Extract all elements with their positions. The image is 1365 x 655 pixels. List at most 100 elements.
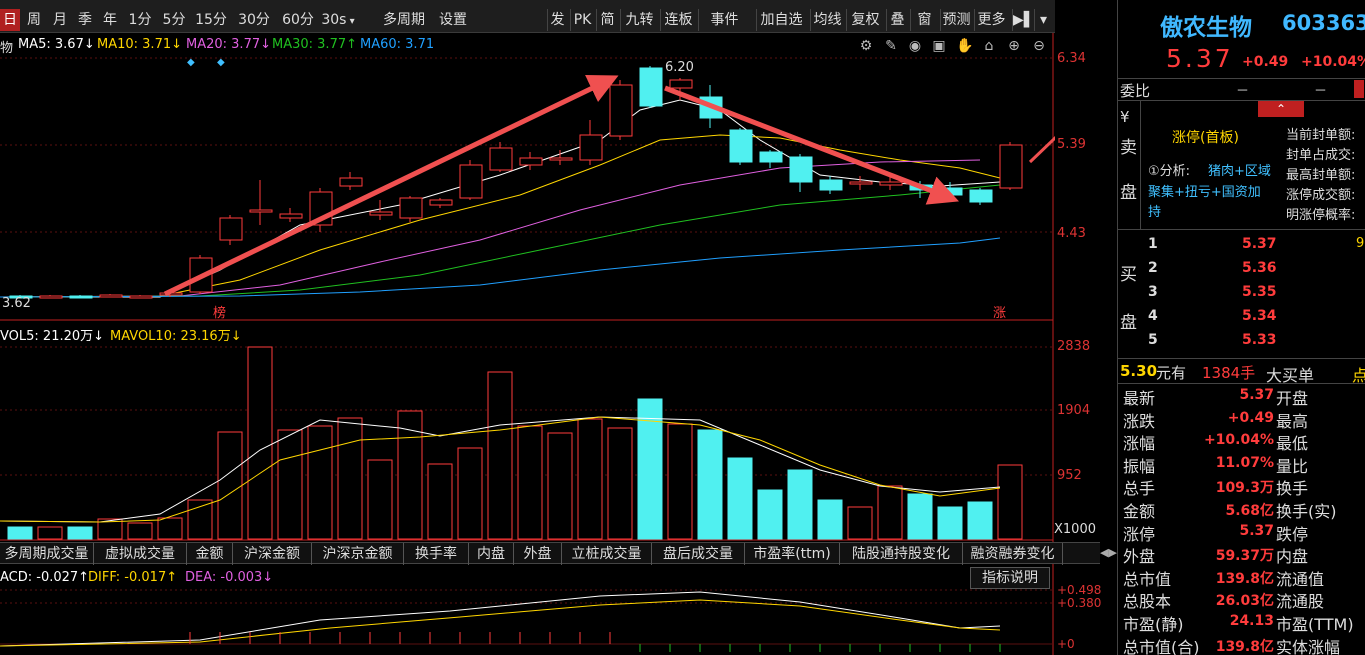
tab-scroll-icon[interactable]: ◀▶ bbox=[1100, 543, 1117, 563]
buy-level-num: 1 bbox=[1148, 236, 1158, 252]
tab-8[interactable]: 立桩成交量 bbox=[562, 543, 652, 565]
indicator-help-button[interactable]: 指标说明 bbox=[970, 567, 1050, 589]
toolbar-button-10[interactable]: 窗 bbox=[910, 9, 938, 31]
toolbar-button-9[interactable]: 叠 bbox=[886, 9, 908, 31]
period-button-7[interactable]: 15分 bbox=[192, 9, 230, 31]
stat-label: 最新 bbox=[1123, 389, 1156, 408]
analysis-tags[interactable]: 猪肉+区域 bbox=[1208, 160, 1271, 179]
stat-value: 24.13 bbox=[1229, 613, 1274, 629]
tab-10[interactable]: 市盈率(ttm) bbox=[745, 543, 840, 565]
big-order-price: 5.30 bbox=[1120, 362, 1158, 380]
tab-9[interactable]: 盘后成交量 bbox=[652, 543, 745, 565]
period-button-4[interactable]: 年 bbox=[98, 9, 122, 31]
stat-label: 金额 bbox=[1123, 502, 1156, 521]
high-price-label: 6.20 bbox=[665, 60, 694, 75]
candle bbox=[99, 294, 123, 298]
sell-label-mai: 卖 bbox=[1120, 138, 1137, 158]
period-button-2[interactable]: 月 bbox=[48, 9, 72, 31]
ma-line-0 bbox=[0, 99, 1001, 298]
big-order-qty: 1384手 bbox=[1202, 364, 1256, 382]
stock-change: +0.49 bbox=[1242, 54, 1289, 70]
buy-level-price[interactable]: 5.34 bbox=[1242, 308, 1277, 324]
candle bbox=[759, 151, 783, 163]
period-button-11[interactable]: 多周期 bbox=[377, 9, 431, 31]
buy-level-num: 3 bbox=[1148, 284, 1158, 300]
period-button-3[interactable]: 季 bbox=[74, 9, 96, 31]
volume-bar bbox=[487, 371, 513, 540]
sell-label-pan: 盘 bbox=[1120, 183, 1137, 203]
analysis-line3[interactable]: 持 bbox=[1148, 201, 1161, 220]
event-diamond-icon[interactable]: ◆ bbox=[187, 57, 195, 68]
volume-bar bbox=[427, 463, 453, 540]
vol-axis-mid: 1904 bbox=[1057, 403, 1091, 418]
toolbar-button-1[interactable]: PK bbox=[570, 9, 594, 31]
event-diamond-icon[interactable]: ◆ bbox=[217, 57, 225, 68]
toolbar-button-7[interactable]: 均线 bbox=[810, 9, 844, 31]
toolbar-button-3[interactable]: 九转 bbox=[620, 9, 658, 31]
buy-level-price[interactable]: 5.35 bbox=[1242, 284, 1277, 300]
candle bbox=[879, 181, 903, 186]
limit-status: 涨停(首板) bbox=[1172, 130, 1239, 146]
toolbar-button-2[interactable]: 简 bbox=[596, 9, 618, 31]
volume-bar bbox=[37, 526, 63, 540]
tab-4[interactable]: 沪深京金额 bbox=[312, 543, 404, 565]
candle bbox=[579, 134, 603, 161]
buy-level-price[interactable]: 5.37 bbox=[1242, 236, 1277, 252]
collapse-icon[interactable]: ⌃ bbox=[1258, 101, 1304, 117]
tab-2[interactable]: 金额 bbox=[187, 543, 233, 565]
toolbar-button-12[interactable]: 更多 bbox=[974, 9, 1008, 31]
toolbar-button-5[interactable]: 事件 bbox=[698, 9, 750, 31]
candle bbox=[549, 157, 573, 161]
toolbar-button-8[interactable]: 复权 bbox=[846, 9, 884, 31]
period-button-0[interactable]: 日 bbox=[0, 9, 20, 31]
diff-label: DIFF: -0.017↑ bbox=[88, 570, 178, 585]
volume-bar bbox=[157, 517, 183, 540]
period-button-5[interactable]: 1分 bbox=[124, 9, 156, 31]
tab-12[interactable]: 融资融券变化 bbox=[963, 543, 1063, 565]
period-button-6[interactable]: 5分 bbox=[158, 9, 190, 31]
tab-5[interactable]: 换手率 bbox=[404, 543, 469, 565]
candle bbox=[729, 129, 753, 163]
buy-level-price[interactable]: 5.36 bbox=[1242, 260, 1277, 276]
volume-bar bbox=[547, 432, 573, 540]
analysis-line2[interactable]: 聚集+扭亏+国资加 bbox=[1148, 181, 1261, 200]
period-button-8[interactable]: 30分 bbox=[233, 9, 275, 31]
bang-marker[interactable]: 榜 bbox=[213, 302, 226, 321]
vol5-label: VOL5: 21.20万↓ bbox=[0, 329, 105, 344]
toolbar-button-4[interactable]: 连板 bbox=[660, 9, 696, 31]
toolbar-button-13[interactable]: ▶▌ bbox=[1012, 9, 1035, 31]
stat-label-right: 换手(实) bbox=[1276, 502, 1337, 521]
tab-6[interactable]: 内盘 bbox=[469, 543, 514, 565]
toolbar-button-14[interactable]: ▾ bbox=[1034, 9, 1052, 31]
dea-label: DEA: -0.003↓ bbox=[185, 570, 274, 585]
candle bbox=[969, 189, 993, 203]
volume-bar bbox=[127, 522, 153, 540]
volume-bar bbox=[457, 447, 483, 540]
weibi-value: － bbox=[1236, 84, 1250, 99]
toolbar-button-11[interactable]: 预测 bbox=[940, 9, 972, 31]
tab-3[interactable]: 沪深金额 bbox=[233, 543, 312, 565]
volume-bar bbox=[877, 485, 903, 540]
period-button-1[interactable]: 周 bbox=[22, 9, 46, 31]
toolbar-button-0[interactable]: 发 bbox=[547, 9, 567, 31]
buy-level-price[interactable]: 5.33 bbox=[1242, 332, 1277, 348]
volume-bar bbox=[367, 459, 393, 540]
stat-value: 26.03亿 bbox=[1215, 593, 1274, 610]
stat-value: 139.8亿 bbox=[1215, 570, 1274, 587]
volume-bar bbox=[697, 429, 723, 540]
stock-name: 傲农生物 bbox=[1160, 14, 1252, 41]
weibi-value2: － bbox=[1314, 84, 1328, 99]
stat-value: 5.68亿 bbox=[1225, 503, 1274, 519]
tab-0[interactable]: 多周期成交量 bbox=[0, 543, 94, 565]
period-button-10[interactable]: 30s bbox=[321, 9, 355, 31]
tab-1[interactable]: 虚拟成交量 bbox=[94, 543, 187, 565]
tab-7[interactable]: 外盘 bbox=[514, 543, 562, 565]
period-button-12[interactable]: 设置 bbox=[434, 9, 472, 31]
period-button-9[interactable]: 60分 bbox=[277, 9, 319, 31]
annotation-arrow bbox=[1028, 135, 1055, 164]
toolbar-button-6[interactable]: 加自选 bbox=[756, 9, 806, 31]
volume-bar bbox=[7, 526, 33, 540]
zhang-marker[interactable]: 涨 bbox=[993, 302, 1006, 321]
stat-label: 涨跌 bbox=[1123, 411, 1156, 431]
tab-11[interactable]: 陆股通持股变化 bbox=[840, 543, 963, 565]
